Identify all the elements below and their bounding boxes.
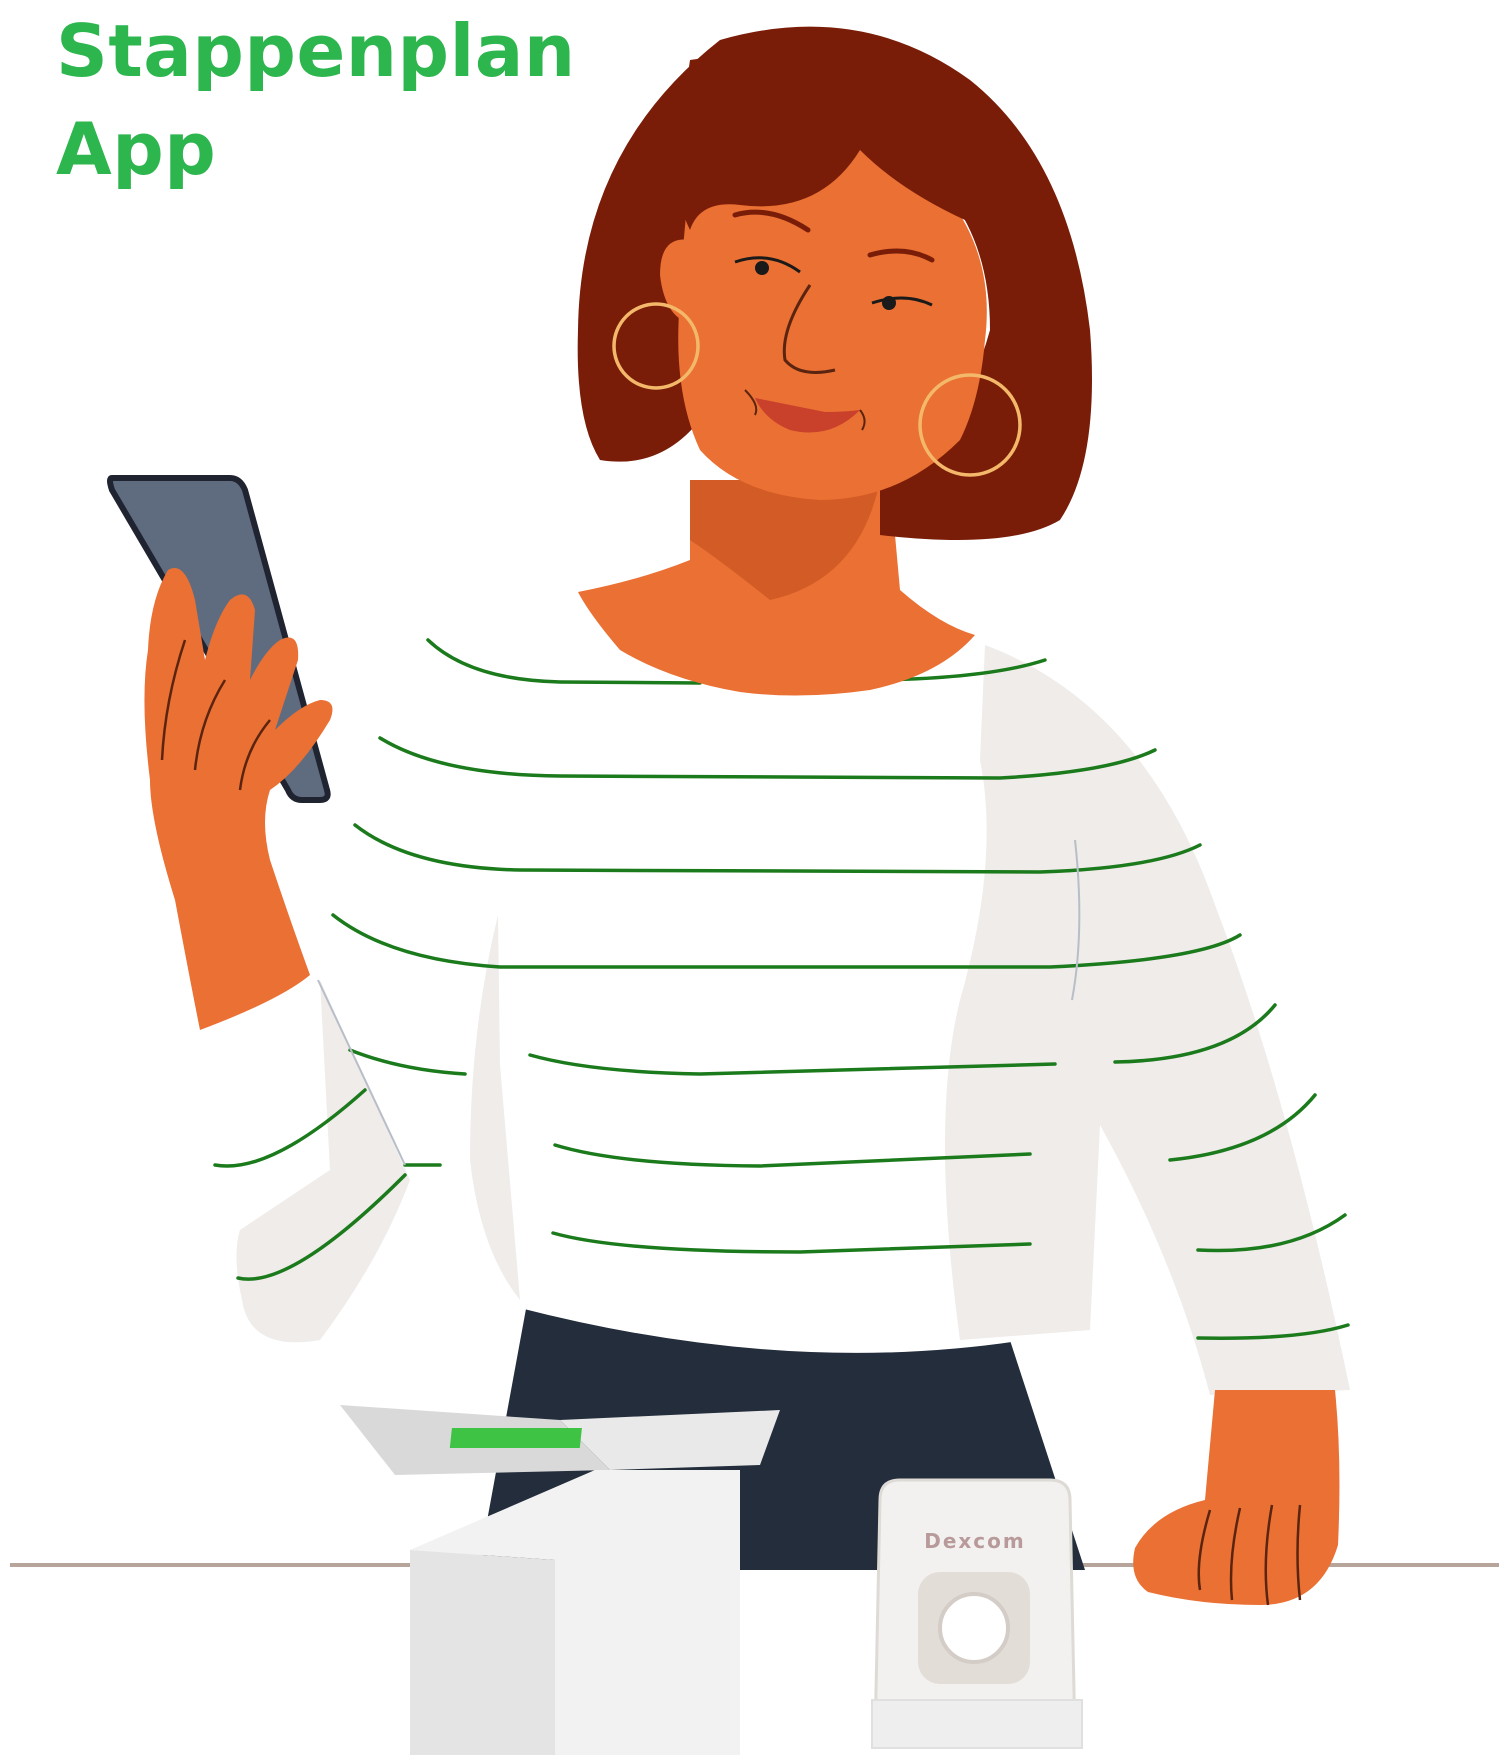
applicator-button <box>938 1592 1010 1664</box>
box-green-label <box>449 1428 582 1448</box>
sweater-shade-right <box>945 645 1350 1395</box>
box-side-shade <box>410 1550 555 1755</box>
right-forearm <box>1133 1390 1340 1605</box>
device-brand-label: Dexcom <box>924 1529 1026 1553</box>
woman-with-phone-illustration: Dexcom <box>10 26 1499 1755</box>
applicator-base <box>871 1699 1083 1749</box>
